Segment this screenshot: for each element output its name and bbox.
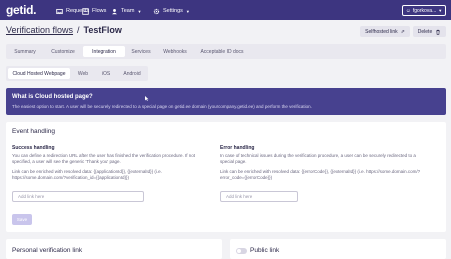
external-link-icon: ⇗: [400, 28, 405, 35]
error-handling-description: In case of technical issues during the v…: [220, 153, 416, 164]
tab-services[interactable]: Services: [125, 46, 157, 57]
nav-flows[interactable]: Flows: [82, 6, 106, 16]
top-nav-bar: getid. Requests Flows Team ▼ Settings ▼ …: [0, 0, 451, 20]
personal-link-card: Personal verification link: [6, 239, 222, 259]
banner-title: What is Cloud hosted page?: [12, 94, 93, 100]
delete-label: Delete: [417, 28, 433, 35]
public-link-title: Public link: [250, 247, 280, 254]
personal-link-title: Personal verification link: [12, 247, 83, 254]
breadcrumb: Verification flows / TestFlow: [6, 25, 122, 35]
chevron-down-icon: ▼: [185, 8, 190, 14]
tab-integration[interactable]: Integration: [83, 46, 125, 57]
nav-team[interactable]: Team ▼: [111, 6, 141, 16]
tab-acceptable-id-docs[interactable]: Acceptable ID docs: [194, 46, 250, 57]
chevron-down-icon: ▼: [137, 8, 142, 14]
inbox-icon: [56, 8, 63, 14]
success-handling-title: Success handling: [12, 145, 55, 151]
cloud-hosted-info-banner: What is Cloud hosted page? The easiest o…: [6, 88, 446, 115]
error-handling-title: Error handling: [220, 145, 255, 151]
public-link-toggle[interactable]: [236, 248, 247, 254]
success-handling-description: You can define a redirection URL after t…: [12, 153, 196, 164]
subtab-ios[interactable]: iOS: [96, 68, 116, 79]
toggle-knob: [237, 249, 241, 253]
public-link-card: Public link: [230, 239, 446, 259]
event-handling-title: Event handling: [12, 128, 56, 135]
trash-icon: [436, 29, 441, 35]
gear-icon: [153, 8, 160, 14]
success-link-input[interactable]: Add link here: [12, 191, 144, 202]
error-handling-hint: Link can be enriched with resolved data:…: [220, 169, 421, 180]
subtab-cloud-hosted-webpage[interactable]: Cloud Hosted Webpage: [8, 68, 70, 79]
nav-settings[interactable]: Settings ▼: [153, 6, 190, 16]
event-handling-card: Event handling Success handling You can …: [6, 122, 446, 232]
breadcrumb-separator: /: [77, 25, 80, 35]
user-name: fgorkova...: [412, 7, 437, 14]
tab-customize[interactable]: Customize: [44, 46, 82, 57]
success-handling-hint: Link can be enriched with resolved data:…: [12, 169, 162, 180]
breadcrumb-verification-flows[interactable]: Verification flows: [6, 25, 73, 35]
page-title: TestFlow: [83, 25, 122, 35]
subtab-android[interactable]: Android: [118, 68, 146, 79]
subtab-web[interactable]: Web: [72, 68, 94, 79]
flow-tabs: Summary Customize Integration Services W…: [6, 44, 446, 59]
banner-text: The easiest option to start. A user will…: [12, 104, 312, 109]
nav-team-label: Team: [121, 8, 135, 14]
save-button[interactable]: Save: [12, 214, 32, 225]
tab-webhooks[interactable]: Webhooks: [157, 46, 193, 57]
tab-summary[interactable]: Summary: [8, 46, 42, 57]
nav-flows-label: Flows: [92, 8, 107, 14]
user-icon: ☺: [405, 7, 411, 14]
user-menu-button[interactable]: ☺ fgorkova... ▼: [402, 5, 446, 16]
flows-icon: [82, 7, 89, 15]
delete-button[interactable]: Delete: [413, 26, 446, 37]
selfhosted-link-label: Selfhosted link: [365, 28, 398, 35]
selfhosted-link-button[interactable]: Selfhosted link ⇗: [360, 26, 410, 37]
integration-subtabs: Cloud Hosted Webpage Web iOS Android: [6, 66, 148, 81]
nav-settings-label: Settings: [163, 8, 183, 14]
error-link-input[interactable]: Add link here: [220, 191, 298, 202]
chevron-down-icon: ▼: [438, 8, 443, 13]
mouse-cursor-icon: [145, 96, 149, 101]
logo[interactable]: getid.: [6, 3, 37, 17]
team-icon: [112, 8, 117, 14]
